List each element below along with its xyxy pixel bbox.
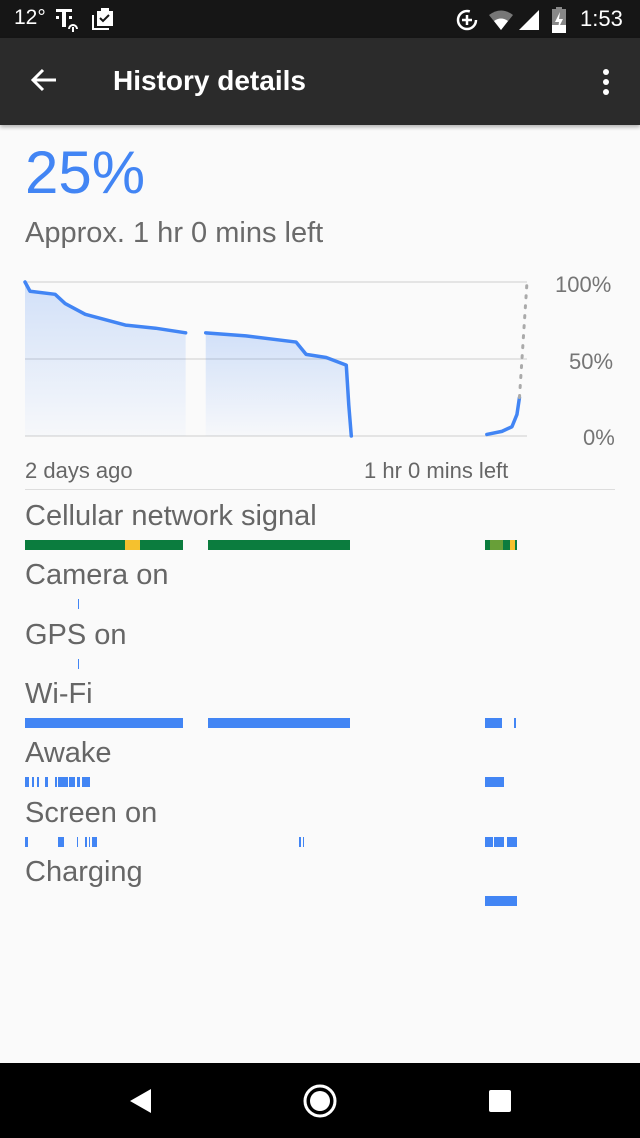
- timeline-segment: [506, 836, 517, 847]
- timeline-segment: [140, 540, 183, 550]
- status-bar: 12° 1:53: [0, 0, 640, 38]
- home-circle-icon[interactable]: [302, 1083, 338, 1119]
- timeline-segment: [493, 836, 504, 847]
- timeline-track-gps-on: [25, 658, 525, 669]
- battery-chart-svg: [23, 280, 529, 438]
- projection-line: [517, 280, 529, 399]
- timeline-segment: [207, 540, 350, 550]
- timeline-track-cellular-network-signal: [25, 540, 525, 550]
- timeline-segment: [25, 836, 28, 847]
- wifi-icon: [489, 10, 513, 30]
- timeline-label-gps-on: GPS on: [25, 618, 127, 651]
- y-tick-100: 100%: [555, 272, 612, 297]
- data-saver-icon: [456, 9, 478, 31]
- timeline-segment: [55, 777, 57, 788]
- timeline-track-awake: [25, 777, 525, 788]
- app-bar: History details: [0, 38, 640, 125]
- timeline-track-screen-on: [25, 836, 525, 847]
- timeline-segment: [57, 777, 68, 788]
- clipboard-check-icon: [92, 8, 113, 30]
- page-title: History details: [113, 65, 306, 96]
- timeline-segment: [85, 836, 87, 847]
- timeline-segment: [69, 777, 75, 788]
- timeline-segment: [485, 895, 517, 906]
- timeline-segment: [485, 836, 493, 847]
- navigation-bar: [0, 1063, 640, 1138]
- timeline-segment: [25, 777, 29, 788]
- t-mobile-wifi-calling-icon: [56, 9, 78, 32]
- timeline-segment: [302, 836, 304, 847]
- clock: 1:53: [580, 6, 623, 31]
- timeline-label-wi-fi: Wi-Fi: [25, 677, 93, 710]
- more-vert-icon[interactable]: [594, 66, 618, 98]
- timeline-segment: [88, 836, 90, 847]
- timeline-label-charging: Charging: [25, 855, 143, 888]
- battery-percent: 25%: [25, 139, 146, 206]
- timeline-segment: [31, 777, 34, 788]
- timeline-label-screen-on: Screen on: [25, 796, 158, 829]
- battery-segment-3-line: [485, 395, 522, 437]
- timeline-segment: [36, 777, 39, 788]
- battery-charging-icon: [552, 7, 566, 33]
- y-tick-50: 50%: [569, 349, 614, 374]
- y-tick-0: 0%: [583, 425, 615, 450]
- recents-square-icon[interactable]: [488, 1089, 512, 1113]
- battery-history-chart: 100% 50% 0% 2 days ago 1 hr 0 mins left: [0, 270, 640, 490]
- timeline-segment: [513, 717, 516, 728]
- timeline-segment: [81, 777, 90, 788]
- battery-segment-2-area: [205, 332, 352, 436]
- timeline-segment: [25, 540, 125, 550]
- battery-segment-1-area: [25, 282, 186, 436]
- timeline-segment: [485, 777, 504, 788]
- timeline-segment: [91, 836, 97, 847]
- timeline-segment: [125, 540, 140, 550]
- timeline-segment: [77, 658, 79, 669]
- timeline-track-camera-on: [25, 599, 525, 610]
- timeline-track-charging: [25, 895, 525, 906]
- temperature: 12°: [14, 6, 46, 29]
- timeline-segment: [76, 836, 78, 847]
- timeline-segment: [25, 717, 183, 728]
- timeline-label-cellular-network-signal: Cellular network signal: [25, 500, 317, 532]
- timeline-label-camera-on: Camera on: [25, 559, 169, 592]
- cell-signal-icon: [519, 10, 539, 30]
- arrow-left-icon[interactable]: [28, 64, 60, 96]
- x-end-label: 1 hr 0 mins left: [364, 458, 509, 483]
- timeline-segment: [45, 777, 48, 788]
- timeline-segment: [58, 836, 64, 847]
- timeline-segment: [77, 599, 79, 610]
- timeline-segment: [299, 836, 301, 847]
- divider: [25, 489, 615, 490]
- timeline-segment: [502, 540, 510, 550]
- back-triangle-icon[interactable]: [127, 1087, 153, 1115]
- timeline-segment: [490, 540, 503, 550]
- timeline-label-awake: Awake: [25, 737, 112, 770]
- timeline-segment: [207, 717, 350, 728]
- time-remaining: Approx. 1 hr 0 mins left: [25, 217, 324, 249]
- timeline-track-wi-fi: [25, 717, 525, 728]
- x-start-label: 2 days ago: [25, 458, 133, 483]
- timeline-segment: [76, 777, 80, 788]
- timeline-segment: [485, 717, 502, 728]
- timeline-segment: [515, 540, 517, 550]
